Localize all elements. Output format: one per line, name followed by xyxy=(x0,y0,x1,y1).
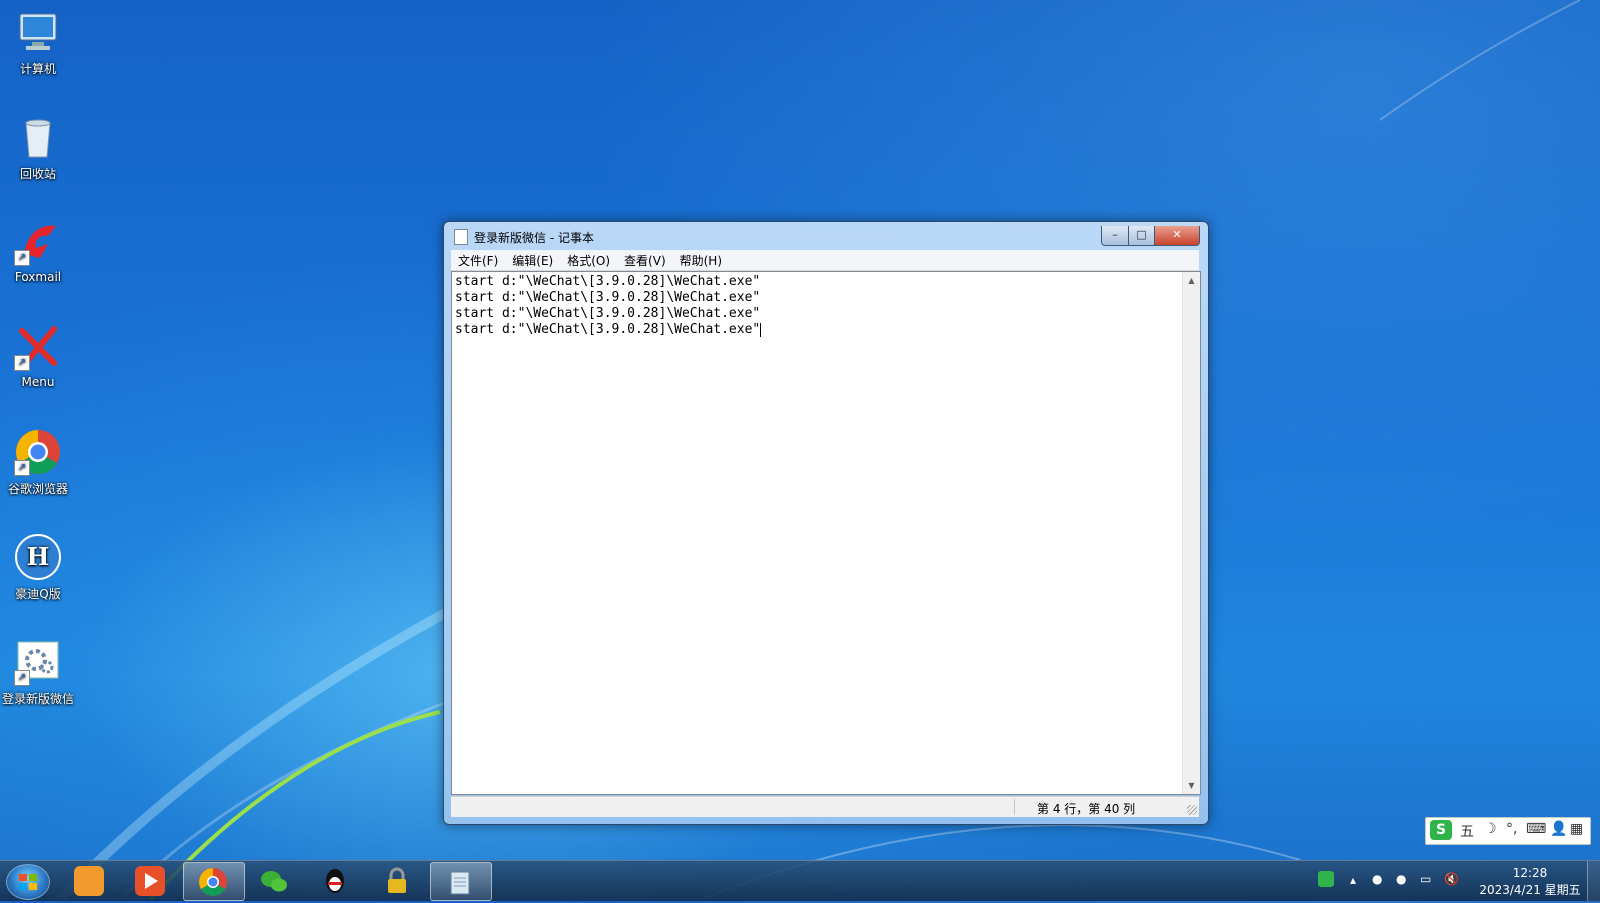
title-bar[interactable]: 登录新版微信 - 记事本 – □ ✕ xyxy=(452,226,1200,248)
text-editor[interactable]: start d:"\WeChat\[3.9.0.28]\WeChat.exe" s… xyxy=(451,271,1201,795)
qq-tray-icon[interactable]: ● xyxy=(1372,872,1382,886)
cursor-position: 第 4 行，第 40 列 xyxy=(1037,802,1136,816)
text-content[interactable]: start d:"\WeChat\[3.9.0.28]\WeChat.exe" s… xyxy=(455,274,1182,794)
desktop-icon-label: 豪迪Q版 xyxy=(15,587,61,601)
network-icon[interactable]: ▭ xyxy=(1420,872,1431,886)
keyboard-icon[interactable]: ⌨ xyxy=(1526,821,1546,837)
foxmail-icon: ↗ xyxy=(14,218,62,266)
grid-icon[interactable]: ▦ xyxy=(1570,821,1583,837)
haodi-h-icon: H xyxy=(14,533,62,581)
computer-icon xyxy=(14,8,62,56)
volume-muted-icon[interactable]: 🔇 xyxy=(1444,872,1459,886)
menu-view[interactable]: 查看(V) xyxy=(617,250,673,271)
notepad-app-icon xyxy=(454,229,468,245)
clock-time: 12:28 xyxy=(1512,866,1548,880)
text-line: start d:"\WeChat\[3.9.0.28]\WeChat.exe" xyxy=(455,306,761,321)
show-desktop-button[interactable] xyxy=(1587,861,1600,901)
desktop-icon-chrome[interactable]: ↗ 谷歌浏览器 xyxy=(0,428,76,497)
text-line: start d:"\WeChat\[3.9.0.28]\WeChat.exe" xyxy=(455,290,761,305)
menu-bar: 文件(F) 编辑(E) 格式(O) 查看(V) 帮助(H) xyxy=(451,250,1199,271)
input-mode[interactable]: 五 xyxy=(1460,821,1474,841)
desktop-icon-recycle-bin[interactable]: 回收站 xyxy=(0,113,76,182)
start-button[interactable] xyxy=(6,864,50,900)
desktop-icon-label: Foxmail xyxy=(14,270,62,284)
window-title: 登录新版微信 - 记事本 xyxy=(474,231,594,245)
settings-shortcut-icon: ↗ xyxy=(14,638,62,686)
recycle-bin-icon xyxy=(14,113,62,161)
user-icon[interactable]: 👤 xyxy=(1550,821,1567,837)
taskbar-qq[interactable] xyxy=(306,862,366,899)
taskbar: ▴ ● ● ▭ 🔇 12:28 2023/4/21 星期五 xyxy=(0,860,1600,901)
qq-tray-icon-2[interactable]: ● xyxy=(1396,872,1406,886)
desktop-icon-label: 回收站 xyxy=(19,167,56,181)
menu-format[interactable]: 格式(O) xyxy=(560,250,617,271)
close-button[interactable]: ✕ xyxy=(1154,226,1200,246)
desktop-icon-label: 计算机 xyxy=(19,62,56,76)
taskbar-wechat[interactable] xyxy=(245,862,305,899)
shortcut-arrow-icon: ↗ xyxy=(14,670,30,686)
menu-x-icon: ↗ xyxy=(14,323,62,371)
lock-icon xyxy=(382,866,412,896)
notepad-window[interactable]: 登录新版微信 - 记事本 – □ ✕ 文件(F) 编辑(E) 格式(O) 查看(V) 帮… xyxy=(443,221,1209,825)
taskbar-media-player[interactable] xyxy=(121,862,181,899)
menu-file[interactable]: 文件(F) xyxy=(451,250,505,271)
show-hidden-icons-icon[interactable]: ▴ xyxy=(1350,873,1356,887)
media-player-icon xyxy=(135,866,165,896)
desktop-icon-menu[interactable]: ↗ Menu xyxy=(0,323,76,389)
maximize-button[interactable]: □ xyxy=(1128,226,1155,246)
notepad-icon xyxy=(445,867,475,897)
resize-grip-icon[interactable] xyxy=(1187,805,1197,815)
chrome-icon: ↗ xyxy=(14,428,62,476)
qq-penguin-icon xyxy=(320,866,350,896)
taskbar-chrome[interactable] xyxy=(183,862,245,901)
menu-edit[interactable]: 编辑(E) xyxy=(505,250,560,271)
windows-logo-icon xyxy=(19,874,37,890)
desktop-icon-foxmail[interactable]: ↗ Foxmail xyxy=(0,218,76,284)
desktop-icon-label: 谷歌浏览器 xyxy=(7,482,68,496)
system-clock[interactable]: 12:28 2023/4/21 星期五 xyxy=(1470,865,1590,899)
status-bar: 第 4 行，第 40 列 xyxy=(451,796,1199,817)
vertical-scrollbar[interactable]: ▲ ▼ xyxy=(1182,272,1200,794)
desktop-icon-haodi[interactable]: H 豪迪Q版 xyxy=(0,533,76,602)
taskbar-uc-browser[interactable] xyxy=(60,862,120,899)
wechat-icon xyxy=(259,866,289,896)
desktop-icon-label: Menu xyxy=(21,375,55,389)
scroll-up-icon[interactable]: ▲ xyxy=(1183,272,1200,289)
minimize-button[interactable]: – xyxy=(1101,226,1129,246)
chrome-icon xyxy=(198,867,228,897)
scroll-down-icon[interactable]: ▼ xyxy=(1183,777,1200,794)
shortcut-arrow-icon: ↗ xyxy=(14,250,30,266)
punctuation-icon[interactable]: °, xyxy=(1506,821,1517,837)
svg-text:H: H xyxy=(27,542,50,571)
sogou-tray-icon[interactable] xyxy=(1318,871,1334,887)
menu-help[interactable]: 帮助(H) xyxy=(673,250,729,271)
text-line: start d:"\WeChat\[3.9.0.28]\WeChat.exe" xyxy=(455,274,761,289)
taskbar-notepad[interactable] xyxy=(430,862,492,901)
uc-browser-icon xyxy=(74,866,104,896)
shortcut-arrow-icon: ↗ xyxy=(14,355,30,371)
taskbar-lock[interactable] xyxy=(368,862,428,899)
clock-date: 2023/4/21 星期五 xyxy=(1479,883,1581,897)
moon-icon[interactable]: ☽ xyxy=(1484,821,1497,837)
text-caret xyxy=(760,322,762,337)
shortcut-arrow-icon: ↗ xyxy=(14,460,30,476)
status-separator xyxy=(1014,799,1015,815)
desktop-icon-computer[interactable]: 计算机 xyxy=(0,8,76,77)
desktop-icon-label: 登录新版微信 xyxy=(1,692,74,706)
desktop-icon-login-wechat[interactable]: ↗ 登录新版微信 xyxy=(0,638,76,707)
text-line: start d:"\WeChat\[3.9.0.28]\WeChat.exe" xyxy=(455,322,761,337)
ime-toolbar[interactable]: S 五 ☽ °, ⌨ 👤 ▦ xyxy=(1425,817,1591,845)
sogou-logo-icon[interactable]: S xyxy=(1430,820,1452,840)
